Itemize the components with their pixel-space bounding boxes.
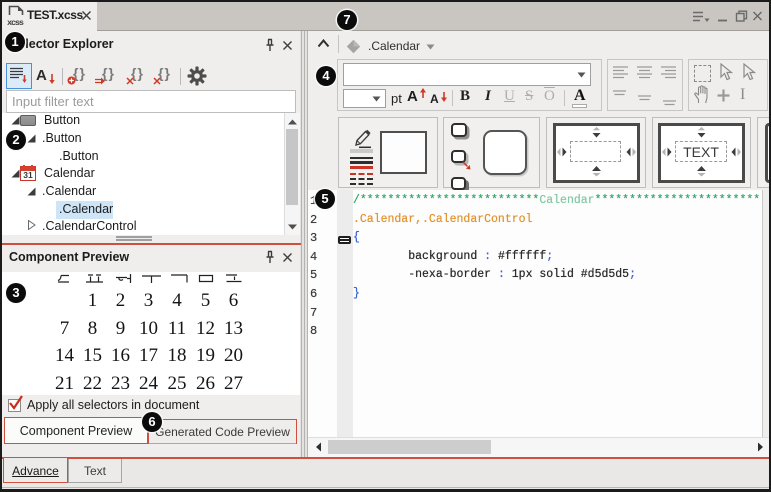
svg-text:xcss: xcss (7, 18, 24, 28)
svg-text:31: 31 (23, 170, 33, 180)
